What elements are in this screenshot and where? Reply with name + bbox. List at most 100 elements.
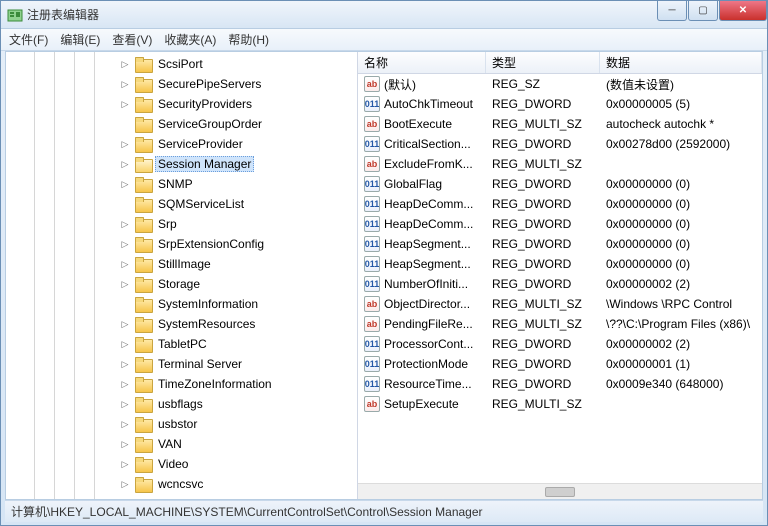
list-row[interactable]: abExcludeFromK...REG_MULTI_SZ — [358, 154, 762, 174]
menu-edit[interactable]: 编辑(E) — [60, 31, 100, 48]
tree-label: Storage — [155, 276, 203, 292]
expander-icon[interactable]: ▷ — [119, 238, 131, 250]
tree-item[interactable]: SQMServiceList — [6, 194, 357, 214]
expander-icon[interactable]: ▷ — [119, 178, 131, 190]
expander-icon[interactable]: ▷ — [119, 358, 131, 370]
expander-icon[interactable]: ▷ — [119, 418, 131, 430]
tree-item[interactable]: ▷Session Manager — [6, 154, 357, 174]
tree-item[interactable]: ▷Terminal Server — [6, 354, 357, 374]
list-row[interactable]: 011GlobalFlagREG_DWORD0x00000000 (0) — [358, 174, 762, 194]
tree-label: SystemResources — [155, 316, 258, 332]
list-row[interactable]: abPendingFileRe...REG_MULTI_SZ\??\C:\Pro… — [358, 314, 762, 334]
folder-icon — [135, 417, 151, 431]
tree-item[interactable]: ▷usbflags — [6, 394, 357, 414]
value-name: CriticalSection... — [384, 137, 471, 151]
binary-value-icon: 011 — [364, 196, 380, 212]
expander-icon[interactable]: ▷ — [119, 438, 131, 450]
tree-item[interactable]: ▷ServiceProvider — [6, 134, 357, 154]
list-row[interactable]: 011HeapDeComm...REG_DWORD0x00000000 (0) — [358, 214, 762, 234]
tree-item[interactable]: ▷TabletPC — [6, 334, 357, 354]
tree-item[interactable]: ▷usbstor — [6, 414, 357, 434]
expander-icon[interactable]: ▷ — [119, 398, 131, 410]
list-pane: 名称 类型 数据 ab(默认)REG_SZ(数值未设置)011AutoChkTi… — [358, 52, 762, 499]
folder-icon — [135, 177, 151, 191]
expander-icon[interactable]: ▷ — [119, 458, 131, 470]
expander-icon[interactable]: ▷ — [119, 58, 131, 70]
registry-editor-window: 注册表编辑器 ─ ▢ ✕ 文件(F) 编辑(E) 查看(V) 收藏夹(A) 帮助… — [0, 0, 768, 526]
close-button[interactable]: ✕ — [719, 1, 767, 21]
expander-icon[interactable]: ▷ — [119, 318, 131, 330]
list-row[interactable]: abSetupExecuteREG_MULTI_SZ — [358, 394, 762, 414]
expander-icon[interactable]: ▷ — [119, 258, 131, 270]
list-row[interactable]: ab(默认)REG_SZ(数值未设置) — [358, 74, 762, 94]
expander-icon[interactable]: ▷ — [119, 378, 131, 390]
tree-item[interactable]: ▷ Video — [6, 454, 357, 474]
tree-item[interactable]: ▷SecurityProviders — [6, 94, 357, 114]
tree-item[interactable]: ▷ScsiPort — [6, 54, 357, 74]
folder-icon — [135, 217, 151, 231]
tree-pane[interactable]: ▷ScsiPort▷SecurePipeServers▷SecurityProv… — [6, 52, 358, 499]
menu-view[interactable]: 查看(V) — [112, 31, 152, 48]
tree-item[interactable]: SystemInformation — [6, 294, 357, 314]
folder-icon — [135, 257, 151, 271]
list-row[interactable]: 011HeapSegment...REG_DWORD0x00000000 (0) — [358, 254, 762, 274]
maximize-button[interactable]: ▢ — [688, 1, 718, 21]
tree-item[interactable]: ▷VAN — [6, 434, 357, 454]
scrollbar-thumb[interactable] — [545, 487, 575, 497]
tree-item[interactable]: ▷ Storage — [6, 274, 357, 294]
expander-icon[interactable]: ▷ — [119, 78, 131, 90]
horizontal-scrollbar[interactable] — [358, 483, 762, 499]
list-row[interactable]: 011ProtectionModeREG_DWORD0x00000001 (1) — [358, 354, 762, 374]
tree-item[interactable]: ▷wcncsvc — [6, 474, 357, 494]
list-row[interactable]: 011CriticalSection...REG_DWORD0x00278d00… — [358, 134, 762, 154]
tree-item[interactable]: ServiceGroupOrder — [6, 114, 357, 134]
tree-label: SecurePipeServers — [155, 76, 264, 92]
list-body[interactable]: ab(默认)REG_SZ(数值未设置)011AutoChkTimeoutREG_… — [358, 74, 762, 483]
col-header-data[interactable]: 数据 — [600, 52, 762, 73]
tree-item[interactable]: ▷ SecurePipeServers — [6, 74, 357, 94]
expander-icon[interactable]: ▷ — [119, 478, 131, 490]
list-row[interactable]: abObjectDirector...REG_MULTI_SZ\Windows … — [358, 294, 762, 314]
tree-item[interactable]: ▷ SystemResources — [6, 314, 357, 334]
tree-item[interactable]: ▷Srp — [6, 214, 357, 234]
menubar: 文件(F) 编辑(E) 查看(V) 收藏夹(A) 帮助(H) — [1, 29, 767, 51]
menu-help[interactable]: 帮助(H) — [228, 31, 269, 48]
expander-icon[interactable]: ▷ — [119, 278, 131, 290]
list-row[interactable]: 011NumberOfIniti...REG_DWORD0x00000002 (… — [358, 274, 762, 294]
tree-label: ServiceGroupOrder — [155, 116, 265, 132]
cell-name: 011NumberOfIniti... — [358, 276, 486, 292]
cell-data: 0x00000000 (0) — [600, 237, 762, 251]
menu-favorites[interactable]: 收藏夹(A) — [164, 31, 216, 48]
expander-icon[interactable]: ▷ — [119, 158, 131, 170]
value-name: SetupExecute — [384, 397, 459, 411]
string-value-icon: ab — [364, 156, 380, 172]
titlebar[interactable]: 注册表编辑器 ─ ▢ ✕ — [1, 1, 767, 29]
expander-placeholder — [119, 118, 131, 130]
tree-item[interactable]: ▷TimeZoneInformation — [6, 374, 357, 394]
tree-label: Video — [155, 456, 191, 472]
list-row[interactable]: 011AutoChkTimeoutREG_DWORD0x00000005 (5) — [358, 94, 762, 114]
value-name: GlobalFlag — [384, 177, 442, 191]
tree-item[interactable]: ▷SNMP — [6, 174, 357, 194]
expander-icon[interactable]: ▷ — [119, 218, 131, 230]
menu-file[interactable]: 文件(F) — [9, 31, 48, 48]
list-row[interactable]: abBootExecuteREG_MULTI_SZautocheck autoc… — [358, 114, 762, 134]
tree-label: SQMServiceList — [155, 196, 247, 212]
cell-type: REG_DWORD — [486, 197, 600, 211]
expander-placeholder — [119, 198, 131, 210]
value-name: ObjectDirector... — [384, 297, 470, 311]
cell-data: 0x00000002 (2) — [600, 337, 762, 351]
col-header-type[interactable]: 类型 — [486, 52, 600, 73]
list-row[interactable]: 011ResourceTime...REG_DWORD0x0009e340 (6… — [358, 374, 762, 394]
tree-item[interactable]: ▷SrpExtensionConfig — [6, 234, 357, 254]
expander-icon[interactable]: ▷ — [119, 98, 131, 110]
list-row[interactable]: 011ProcessorCont...REG_DWORD0x00000002 (… — [358, 334, 762, 354]
list-row[interactable]: 011HeapDeComm...REG_DWORD0x00000000 (0) — [358, 194, 762, 214]
expander-icon[interactable]: ▷ — [119, 138, 131, 150]
col-header-name[interactable]: 名称 — [358, 52, 486, 73]
minimize-button[interactable]: ─ — [657, 1, 687, 21]
binary-value-icon: 011 — [364, 176, 380, 192]
expander-icon[interactable]: ▷ — [119, 338, 131, 350]
list-row[interactable]: 011HeapSegment...REG_DWORD0x00000000 (0) — [358, 234, 762, 254]
tree-item[interactable]: ▷StillImage — [6, 254, 357, 274]
